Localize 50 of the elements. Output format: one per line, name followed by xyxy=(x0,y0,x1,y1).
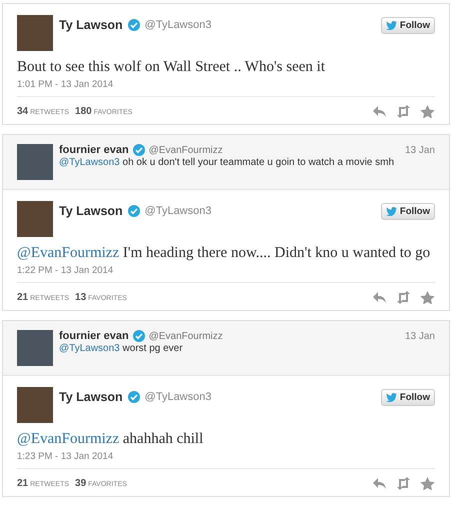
retweet-icon[interactable] xyxy=(396,291,411,304)
author-name[interactable]: Ty Lawson xyxy=(59,204,123,218)
stat-count: 21 xyxy=(17,292,28,303)
author-name[interactable]: fournier evan xyxy=(59,330,129,342)
mention-link[interactable]: @TyLawson3 xyxy=(59,157,120,168)
reply-icon[interactable] xyxy=(372,477,387,490)
avatar-photo-placeholder xyxy=(17,15,53,51)
stat-count: 180 xyxy=(75,106,92,117)
author-handle[interactable]: @TyLawson3 xyxy=(144,391,212,403)
author-name[interactable]: fournier evan xyxy=(59,144,129,156)
author-handle[interactable]: @TyLawson3 xyxy=(144,205,212,217)
star-icon[interactable] xyxy=(420,105,435,118)
retweet-icon[interactable] xyxy=(396,477,411,490)
reply-text: @TyLawson3 oh ok u don't tell your teammate u goin to watch a movie smh xyxy=(59,157,396,168)
bird-icon xyxy=(386,393,397,402)
avatar-photo-placeholder xyxy=(17,330,53,366)
star-icon[interactable] xyxy=(420,291,435,304)
bird-icon xyxy=(386,207,397,216)
avatar-photo-placeholder xyxy=(17,144,53,180)
follow-button[interactable]: Follow xyxy=(380,389,435,406)
stat-count: 39 xyxy=(75,478,86,489)
reply-icon[interactable] xyxy=(372,291,387,304)
tweet-date[interactable]: 13 Jan xyxy=(404,330,435,342)
tweet-text: Bout to see this wolf on Wall Street .. Who's seen it xyxy=(17,58,326,76)
mention-link[interactable]: @TyLawson3 xyxy=(59,343,120,354)
tweet-text: @EvanFourmizz I'm heading there now.... Didn't kno u wanted to go xyxy=(17,244,432,262)
star-icon[interactable] xyxy=(420,477,435,490)
stat-count: 34 xyxy=(17,106,28,117)
mention-link[interactable]: @EvanFourmizz xyxy=(17,431,120,447)
mention-link[interactable]: @EvanFourmizz xyxy=(17,245,120,261)
author-name[interactable]: Ty Lawson xyxy=(59,390,123,404)
reply-text: @TyLawson3 worst pg ever xyxy=(59,343,184,354)
retweet-icon[interactable] xyxy=(396,105,411,118)
avatar-photo-placeholder xyxy=(17,387,53,423)
timestamp[interactable]: 1:23 PM - 13 Jan 2014 xyxy=(17,451,435,469)
timestamp[interactable]: 1:01 PM - 13 Jan 2014 xyxy=(17,79,435,97)
author-name[interactable]: Ty Lawson xyxy=(59,18,123,32)
reply-icon[interactable] xyxy=(372,105,387,118)
author-handle[interactable]: @EvanFourmizz xyxy=(148,330,223,342)
author-handle[interactable]: @EvanFourmizz xyxy=(148,144,223,156)
follow-button[interactable]: Follow xyxy=(380,203,435,220)
stat-count: 13 xyxy=(75,292,86,303)
bird-icon xyxy=(386,21,397,30)
tweet-text: @EvanFourmizz ahahhah chill xyxy=(17,430,204,448)
timestamp[interactable]: 1:22 PM - 13 Jan 2014 xyxy=(17,265,435,283)
avatar-photo-placeholder xyxy=(17,201,53,237)
tweet-date[interactable]: 13 Jan xyxy=(404,144,435,156)
follow-button[interactable]: Follow xyxy=(380,17,435,34)
stat-count: 21 xyxy=(17,478,28,489)
author-handle[interactable]: @TyLawson3 xyxy=(144,19,212,31)
